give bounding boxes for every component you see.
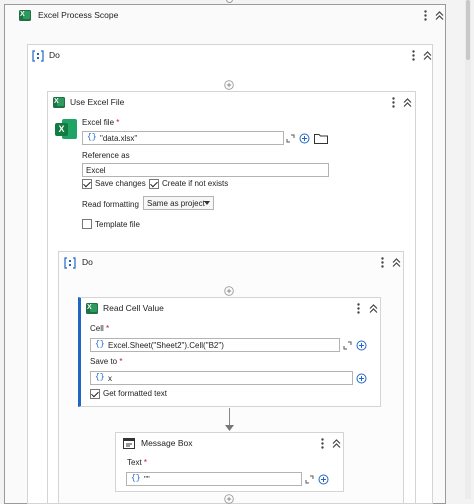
save-to-label: Save to * — [90, 357, 123, 366]
scroll-top-indicator — [226, 0, 233, 3]
use-excel-file-header[interactable]: Use Excel File — [48, 92, 415, 114]
collapse-icon[interactable] — [390, 256, 402, 268]
excel-file-label: Excel file * — [82, 118, 120, 127]
save-to-input[interactable]: {} x — [90, 371, 353, 385]
template-file-checkbox[interactable] — [82, 219, 92, 229]
text-input[interactable]: {} "" — [126, 472, 302, 486]
sequence-icon — [64, 257, 76, 269]
expression-braces-icon: {} — [131, 474, 141, 483]
more-options-icon[interactable] — [387, 96, 399, 108]
more-options-icon[interactable] — [352, 302, 364, 314]
excel-icon — [53, 97, 65, 108]
reference-as-value: Excel — [86, 166, 106, 175]
do-sequence-header[interactable]: Do — [28, 45, 432, 67]
get-formatted-text-checkbox[interactable] — [90, 389, 100, 399]
read-cell-value-title: Read Cell Value — [103, 303, 164, 313]
add-variable-icon[interactable] — [318, 474, 329, 485]
excel-file-input[interactable]: {} "data.xlsx" — [82, 131, 284, 145]
create-if-not-exists-checkbox[interactable] — [149, 179, 159, 189]
collapse-icon[interactable] — [367, 302, 379, 314]
excel-file-value: "data.xlsx" — [100, 134, 138, 143]
chevron-down-icon — [204, 201, 210, 205]
excel-process-scope-title: Excel Process Scope — [38, 10, 119, 20]
browse-folder-icon[interactable] — [314, 133, 328, 144]
use-excel-file-title: Use Excel File — [70, 97, 125, 107]
save-to-value: x — [108, 374, 112, 383]
add-activity-icon[interactable] — [224, 286, 234, 296]
more-options-icon[interactable] — [376, 256, 388, 268]
expand-editor-icon[interactable] — [286, 134, 295, 143]
save-changes-label: Save changes — [95, 179, 146, 188]
reference-as-label: Reference as — [82, 151, 130, 160]
collapse-icon[interactable] — [401, 96, 413, 108]
cell-input[interactable]: {} Excel.Sheet("Sheet2").Cell("B2") — [90, 338, 340, 352]
add-variable-icon[interactable] — [356, 340, 367, 351]
collapse-icon[interactable] — [421, 49, 433, 61]
reference-as-input[interactable]: Excel — [82, 163, 329, 177]
message-box-title: Message Box — [141, 438, 193, 448]
do-sequence-title: Do — [49, 50, 60, 60]
more-options-icon[interactable] — [419, 9, 431, 21]
sequence-icon — [32, 50, 44, 62]
excel-icon — [19, 10, 31, 21]
read-cell-value-header[interactable]: Read Cell Value — [81, 298, 380, 320]
cell-value: Excel.Sheet("Sheet2").Cell("B2") — [108, 341, 224, 350]
add-variable-icon[interactable] — [299, 133, 310, 144]
message-box-icon — [123, 438, 135, 449]
expand-editor-icon[interactable] — [305, 475, 314, 484]
template-file-label: Template file — [95, 220, 140, 229]
text-value: "" — [144, 475, 150, 484]
add-activity-icon[interactable] — [224, 494, 234, 504]
get-formatted-text-label: Get formatted text — [103, 389, 168, 398]
do-inner-sequence-header[interactable]: Do — [59, 252, 403, 274]
expression-braces-icon: {} — [95, 340, 105, 349]
text-label: Text * — [127, 458, 148, 467]
do-inner-sequence-title: Do — [82, 257, 93, 267]
add-variable-icon[interactable] — [356, 373, 367, 384]
collapse-icon[interactable] — [330, 437, 342, 449]
connector-arrow-icon — [225, 425, 234, 431]
read-formatting-dropdown[interactable]: Same as project — [143, 196, 214, 210]
excel-process-scope-header[interactable]: Excel Process Scope — [5, 5, 445, 27]
cell-label: Cell * — [90, 324, 110, 333]
more-options-icon[interactable] — [316, 437, 328, 449]
read-formatting-label: Read formatting — [82, 200, 139, 209]
vertical-scrollbar[interactable] — [465, 0, 471, 499]
scrollbar-thumb[interactable] — [466, 0, 470, 60]
expression-braces-icon: {} — [95, 373, 105, 382]
save-changes-checkbox[interactable] — [82, 179, 92, 189]
create-if-not-exists-label: Create if not exists — [162, 179, 229, 188]
read-formatting-value: Same as project — [147, 199, 205, 208]
expand-editor-icon[interactable] — [343, 341, 352, 350]
excel-logo-icon: X — [55, 118, 77, 140]
excel-icon — [86, 303, 98, 314]
more-options-icon[interactable] — [407, 49, 419, 61]
add-activity-icon[interactable] — [224, 80, 234, 90]
message-box-header[interactable]: Message Box — [116, 433, 343, 455]
collapse-icon[interactable] — [433, 9, 445, 21]
expression-braces-icon: {} — [87, 133, 97, 142]
